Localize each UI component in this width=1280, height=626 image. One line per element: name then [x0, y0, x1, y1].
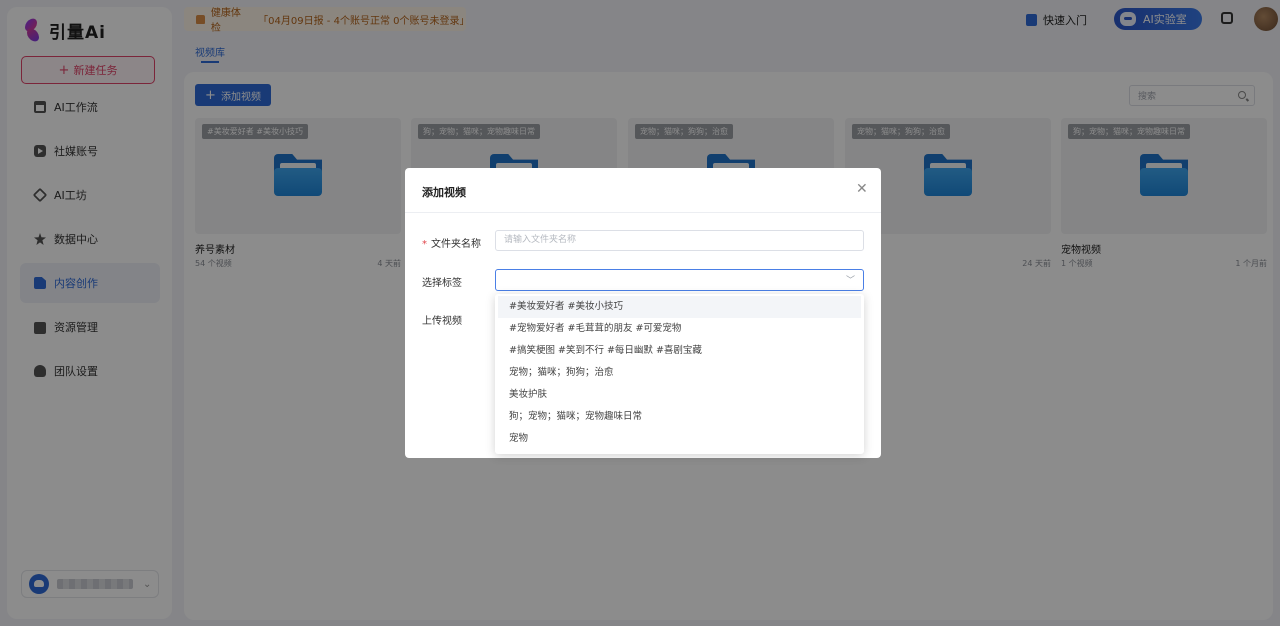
tag-option[interactable]: #美妆爱好者 #美妆小技巧 [498, 296, 861, 318]
tag-label: 选择标签 [422, 278, 462, 289]
upload-label: 上传视频 [422, 316, 462, 327]
tag-option[interactable]: 宠物 [498, 428, 861, 450]
dialog-title: 添加视频 [422, 186, 466, 199]
required-mark: * [422, 239, 427, 250]
tag-option[interactable]: #搞笑梗图 #笑到不行 #每日幽默 #喜剧宝藏 [498, 340, 861, 362]
folder-name-label-text: 文件夹名称 [431, 239, 481, 250]
chevron-down-icon: ﹀ [845, 276, 855, 286]
tag-option[interactable]: 美妆护肤 [498, 384, 861, 406]
tag-select[interactable]: ﹀ [495, 269, 864, 291]
dialog-divider [405, 212, 881, 213]
tag-option[interactable]: 狗；宠物；猫咪；宠物趣味日常 [498, 406, 861, 428]
close-icon[interactable]: ✕ [856, 181, 868, 197]
tag-dropdown: #美妆爱好者 #美妆小技巧 #宠物爱好者 #毛茸茸的朋友 #可爱宠物 #搞笑梗图… [495, 294, 864, 454]
folder-name-placeholder: 请输入文件夹名称 [504, 235, 577, 245]
tag-option[interactable]: #宠物爱好者 #毛茸茸的朋友 #可爱宠物 [498, 318, 861, 340]
folder-name-label: * 文件夹名称 [422, 235, 481, 250]
tag-option[interactable]: 宠物；猫咪；狗狗；治愈 [498, 362, 861, 384]
folder-name-input[interactable]: 请输入文件夹名称 [495, 230, 864, 251]
